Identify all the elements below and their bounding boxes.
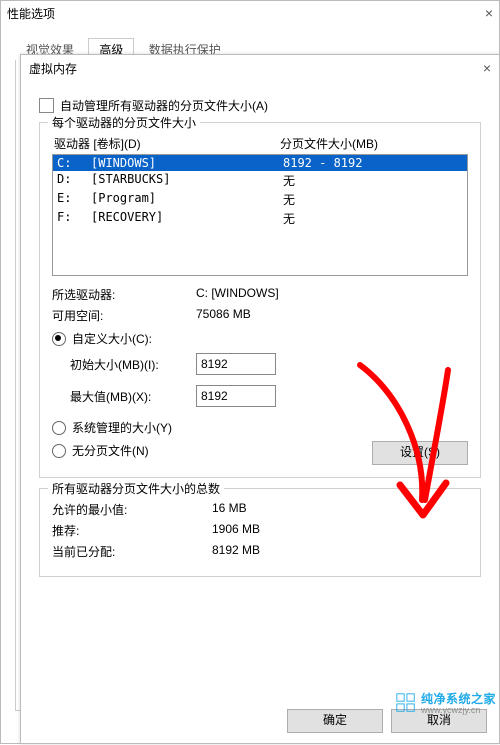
free-space-label: 可用空间: (52, 307, 196, 324)
perf-titlebar: 性能选项 × (1, 1, 499, 25)
rec-value: 1906 MB (212, 522, 260, 539)
watermark-logo-icon (395, 692, 417, 714)
perf-close-icon[interactable]: × (485, 5, 493, 21)
radio-custom-label: 自定义大小(C): (72, 330, 152, 347)
selected-drive-row: 所选驱动器: C: [WINDOWS] (52, 286, 468, 303)
cur-label: 当前已分配: (52, 543, 212, 560)
drive-row[interactable]: D:[STARBUCKS]无 (53, 171, 467, 190)
cur-value: 8192 MB (212, 543, 260, 560)
perf-title: 性能选项 (7, 5, 55, 22)
drives-group: 每个驱动器的分页文件大小 驱动器 [卷标](D) 分页文件大小(MB) C:[W… (39, 122, 481, 478)
initial-size-row: 初始大小(MB)(I): (70, 353, 468, 375)
drive-list-header: 驱动器 [卷标](D) 分页文件大小(MB) (54, 135, 466, 152)
max-size-input[interactable] (196, 385, 276, 407)
rec-label: 推荐: (52, 522, 212, 539)
min-label: 允许的最小值: (52, 501, 212, 518)
virtual-memory-dialog: 虚拟内存 × 自动管理所有驱动器的分页文件大小(A) 每个驱动器的分页文件大小 … (20, 54, 500, 744)
vm-titlebar: 虚拟内存 × (21, 55, 499, 81)
col-drive-label: 驱动器 [卷标](D) (54, 135, 280, 152)
radio-system-label: 系统管理的大小(Y) (72, 419, 172, 436)
drive-list[interactable]: C:[WINDOWS]8192 - 8192D:[STARBUCKS]无E:[P… (52, 154, 468, 276)
vm-ok-button[interactable]: 确定 (287, 709, 383, 733)
radio-custom[interactable] (52, 332, 66, 346)
auto-manage-row[interactable]: 自动管理所有驱动器的分页文件大小(A) (39, 97, 481, 114)
selected-drive-label: 所选驱动器: (52, 286, 196, 303)
rec-row: 推荐: 1906 MB (52, 522, 468, 539)
drive-row[interactable]: E:[Program]无 (53, 190, 467, 209)
vm-title: 虚拟内存 (29, 60, 77, 77)
cur-row: 当前已分配: 8192 MB (52, 543, 468, 560)
radio-none[interactable] (52, 444, 66, 458)
free-space-row: 可用空间: 75086 MB (52, 307, 468, 324)
radio-custom-row[interactable]: 自定义大小(C): (52, 330, 468, 347)
initial-size-label: 初始大小(MB)(I): (70, 356, 196, 373)
radio-system-row[interactable]: 系统管理的大小(Y) (52, 419, 468, 436)
drive-row[interactable]: C:[WINDOWS]8192 - 8192 (53, 155, 467, 171)
vm-close-icon[interactable]: × (483, 60, 491, 76)
radio-system[interactable] (52, 421, 66, 435)
initial-size-input[interactable] (196, 353, 276, 375)
auto-manage-label: 自动管理所有驱动器的分页文件大小(A) (60, 97, 268, 114)
min-row: 允许的最小值: 16 MB (52, 501, 468, 518)
free-space-value: 75086 MB (196, 307, 251, 324)
auto-manage-checkbox[interactable] (39, 98, 54, 113)
col-pagefile-label: 分页文件大小(MB) (280, 135, 466, 152)
totals-group-label: 所有驱动器分页文件大小的总数 (48, 480, 224, 497)
selected-drive-value: C: [WINDOWS] (196, 286, 279, 303)
max-size-label: 最大值(MB)(X): (70, 388, 196, 405)
set-button[interactable]: 设置(S) (372, 441, 468, 465)
totals-group: 所有驱动器分页文件大小的总数 允许的最小值: 16 MB 推荐: 1906 MB… (39, 488, 481, 577)
max-size-row: 最大值(MB)(X): (70, 385, 468, 407)
drive-row[interactable]: F:[RECOVERY]无 (53, 209, 467, 228)
min-value: 16 MB (212, 501, 247, 518)
watermark: 纯净系统之家 www.ycwzjy.cn (395, 690, 496, 715)
radio-none-label: 无分页文件(N) (72, 442, 149, 459)
drives-group-label: 每个驱动器的分页文件大小 (48, 114, 200, 131)
